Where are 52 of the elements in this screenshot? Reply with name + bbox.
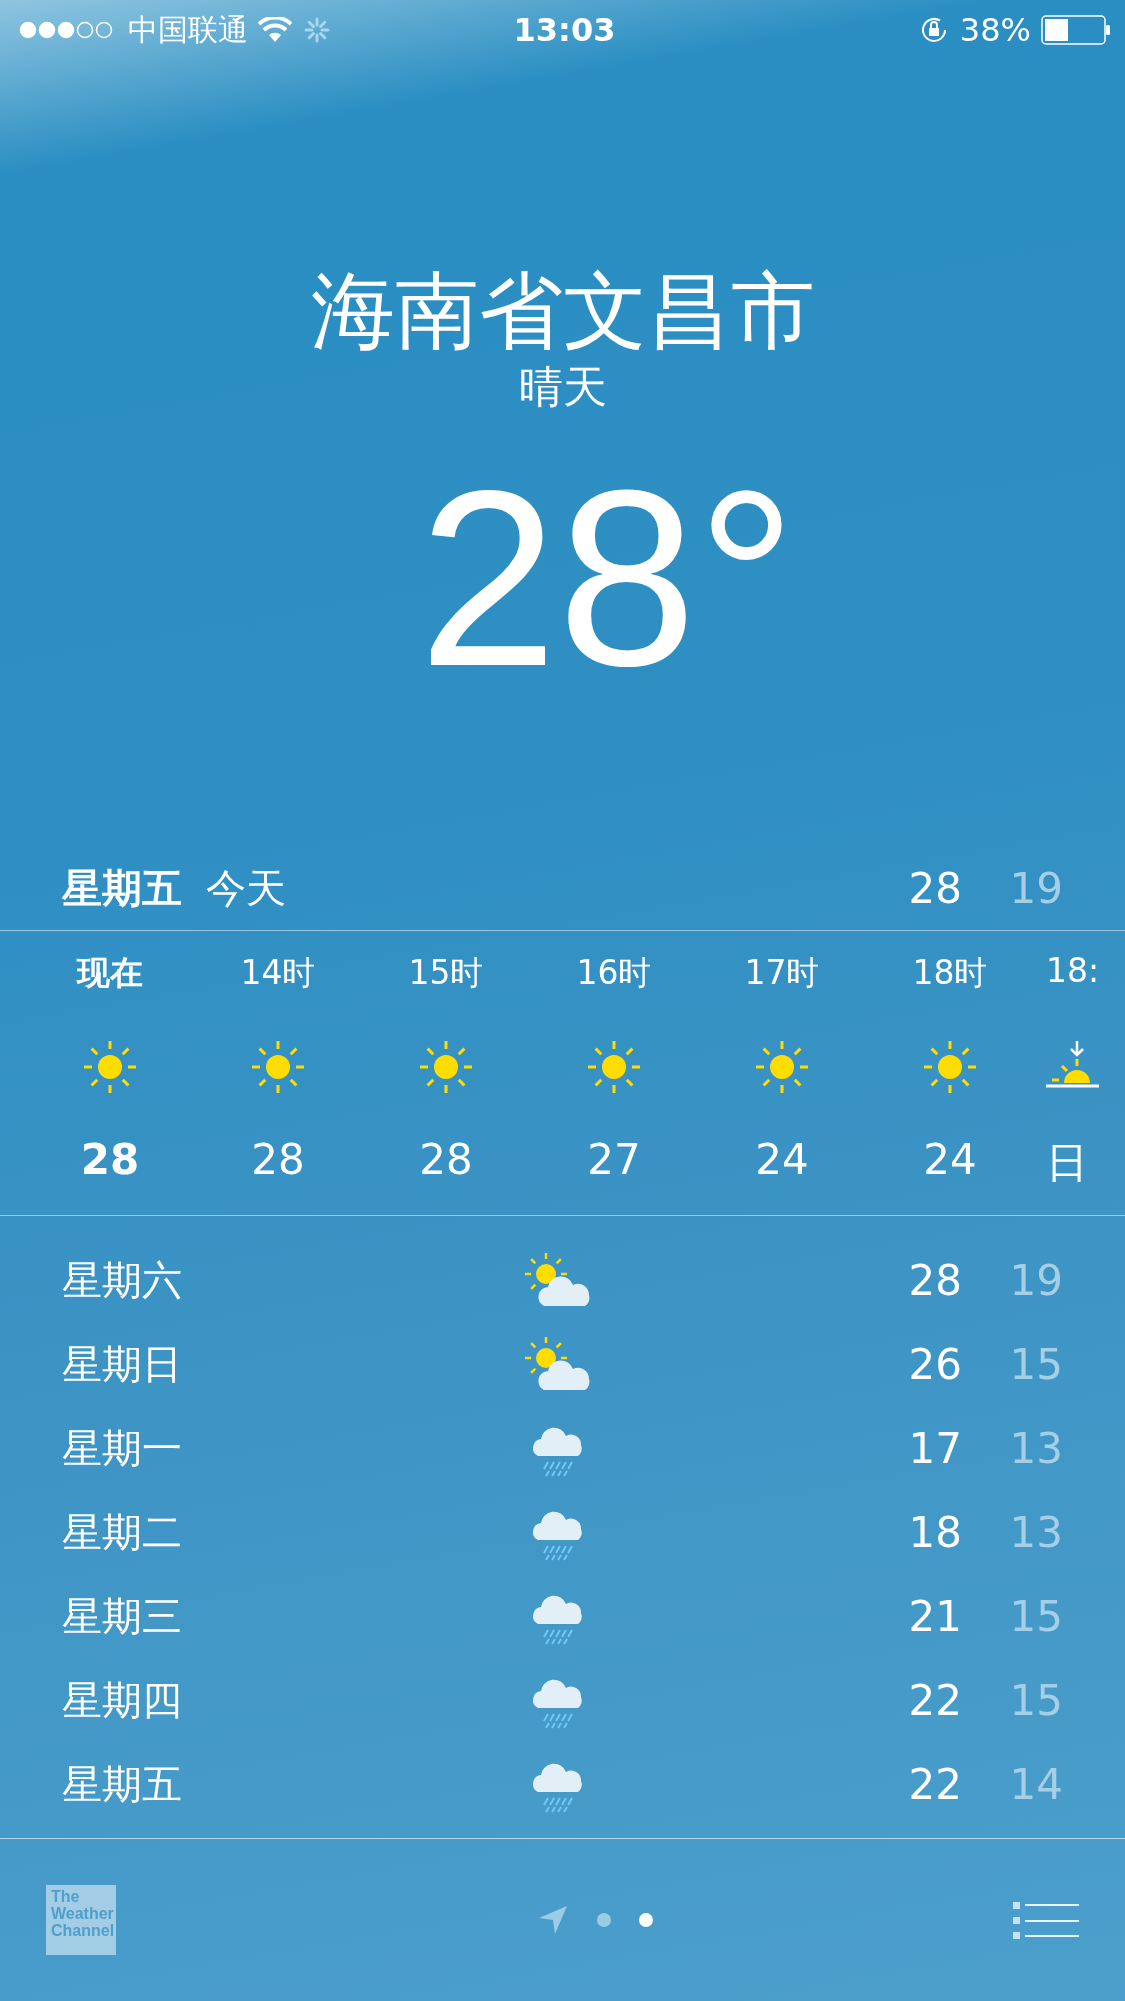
clock-time: 13:03 <box>513 11 616 49</box>
hour-label: 15时 <box>408 952 484 995</box>
hour-label: 14时 <box>240 952 316 995</box>
low-temperature: 15 <box>1008 1675 1063 1725</box>
hour-temperature: 28 <box>251 1135 305 1185</box>
high-temperature: 18 <box>907 1507 962 1557</box>
hour-temperature: 24 <box>923 1135 977 1185</box>
high-temperature: 26 <box>907 1339 962 1389</box>
hour-temperature: 24 <box>755 1135 809 1185</box>
page-dot[interactable] <box>596 1913 611 1928</box>
high-temperature: 28 <box>907 863 962 913</box>
page-dot[interactable] <box>638 1913 653 1928</box>
low-temperature: 13 <box>1008 1507 1063 1557</box>
battery-icon <box>1041 15 1111 45</box>
weekday: 星期三 <box>62 1591 183 1641</box>
low-temperature: 13 <box>1008 1423 1063 1473</box>
hour-temperature: 日 <box>1046 1137 1088 1190</box>
high-temperature: 21 <box>907 1591 962 1641</box>
hour-temperature: 28 <box>80 1135 140 1185</box>
high-temperature: 28 <box>907 1255 962 1305</box>
today-label: 今天 <box>206 863 286 913</box>
weather-condition: 晴天 <box>518 361 607 415</box>
weekday: 星期五 <box>62 1759 183 1809</box>
weekday: 星期六 <box>62 1255 183 1305</box>
high-temperature: 22 <box>907 1675 962 1725</box>
weekday: 星期二 <box>62 1507 183 1557</box>
current-temperature: 28° <box>417 454 797 705</box>
high-temperature: 17 <box>907 1423 962 1473</box>
high-temperature: 22 <box>907 1759 962 1809</box>
battery-percent: 38% <box>959 11 1031 49</box>
weekday: 星期四 <box>62 1675 183 1725</box>
hour-temperature: 28 <box>419 1135 473 1185</box>
low-temperature: 19 <box>1008 1255 1063 1305</box>
hour-label: 16时 <box>576 952 652 995</box>
low-temperature: 19 <box>1008 863 1063 913</box>
weather-channel-logo: The Weather Channel <box>46 1885 116 1956</box>
city-name: 海南省文昌市 <box>310 265 815 358</box>
activity-icon <box>302 15 332 45</box>
list-icon[interactable] <box>1013 1900 1079 1941</box>
hour-temperature: 27 <box>587 1135 641 1185</box>
today-weekday: 星期五 <box>62 863 182 913</box>
low-temperature: 15 <box>1008 1591 1063 1641</box>
hour-label: 现在 <box>77 952 143 995</box>
low-temperature: 15 <box>1008 1339 1063 1389</box>
carrier-name: 中国联通 <box>128 10 248 49</box>
weekday: 星期一 <box>62 1423 183 1473</box>
low-temperature: 14 <box>1008 1759 1063 1809</box>
hour-label: 18时 <box>912 952 988 995</box>
hour-label: 18: <box>1046 951 1100 993</box>
weekday: 星期日 <box>62 1339 183 1389</box>
wifi-icon <box>258 17 292 43</box>
hour-label: 17时 <box>744 952 820 995</box>
